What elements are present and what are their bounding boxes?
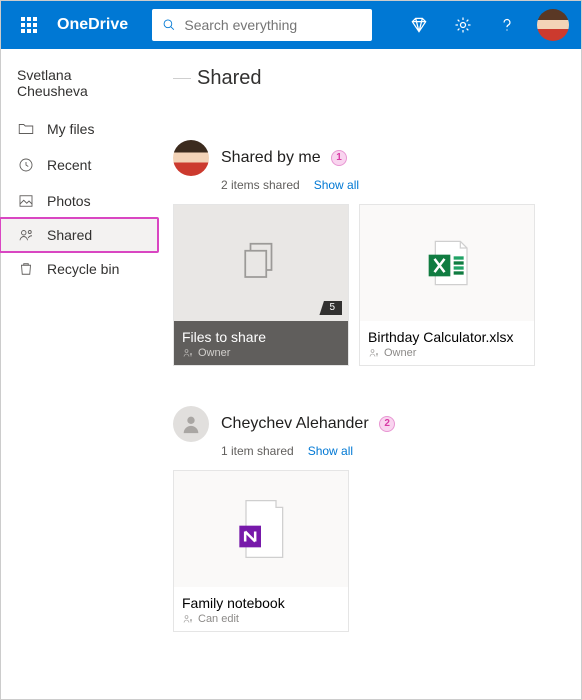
photo-icon [17, 192, 35, 210]
section-title: Shared by me [221, 149, 321, 166]
nav-my-files[interactable]: My files [1, 111, 161, 147]
people-icon [17, 226, 35, 244]
annotation-badge: 1 [331, 150, 347, 166]
diamond-icon [409, 15, 429, 35]
sidebar: Svetlana Cheusheva My files Recent Photo… [1, 49, 161, 699]
nav-label: Recycle bin [47, 261, 119, 277]
settings-button[interactable] [441, 1, 485, 49]
item-count-badge: 5 [319, 301, 342, 315]
section-other-sharer: Cheychev Alehander 2 [173, 406, 569, 442]
owner-icon [182, 347, 194, 359]
waffle-icon [21, 17, 37, 33]
annotation-badge: 2 [379, 416, 395, 432]
gear-icon [453, 15, 473, 35]
tile-name: Files to share [182, 329, 340, 345]
page-title: Shared [197, 67, 262, 90]
section-subtitle: 1 item shared [221, 444, 294, 458]
permission-label: Owner [198, 347, 230, 359]
search-input[interactable] [184, 17, 362, 33]
nav-photos[interactable]: Photos [1, 183, 161, 219]
content-area: Shared Shared by me 1 2 items shared Sho… [161, 49, 581, 699]
nav-label: Recent [47, 157, 91, 173]
search-box[interactable] [152, 9, 372, 41]
clock-icon [17, 156, 35, 174]
nav-label: My files [47, 121, 94, 137]
section-avatar-me [173, 140, 209, 176]
search-icon [162, 17, 176, 33]
section-shared-by-me: Shared by me 1 [173, 140, 569, 176]
onenote-icon [231, 493, 291, 565]
user-name-label: Svetlana Cheusheva [1, 59, 161, 111]
help-button[interactable] [485, 1, 529, 49]
folder-icon [17, 120, 35, 138]
tile-folder[interactable]: 5 Files to share Owner [173, 204, 349, 366]
section-avatar-generic [173, 406, 209, 442]
permission-label: Can edit [198, 613, 239, 625]
tile-excel-file[interactable]: Birthday Calculator.xlsx Owner [359, 204, 535, 366]
title-divider [173, 78, 191, 79]
files-icon [233, 235, 289, 291]
tile-name: Birthday Calculator.xlsx [368, 329, 526, 345]
owner-icon [368, 347, 380, 359]
can-edit-icon [182, 613, 194, 625]
premium-button[interactable] [397, 1, 441, 49]
account-avatar[interactable] [537, 9, 569, 41]
tile-name: Family notebook [182, 595, 340, 611]
excel-icon [417, 233, 477, 293]
show-all-link[interactable]: Show all [314, 178, 359, 192]
nav-shared[interactable]: Shared [0, 217, 159, 253]
nav-recent[interactable]: Recent [1, 147, 161, 183]
app-launcher-button[interactable] [5, 1, 53, 49]
tile-onenote-file[interactable]: Family notebook Can edit [173, 470, 349, 632]
section-title: Cheychev Alehander [221, 415, 369, 432]
nav-label: Shared [47, 227, 92, 243]
brand-label[interactable]: OneDrive [53, 16, 152, 34]
show-all-link[interactable]: Show all [308, 444, 353, 458]
recycle-icon [17, 260, 35, 278]
app-header: OneDrive [1, 1, 581, 49]
section-subtitle: 2 items shared [221, 178, 300, 192]
nav-recycle-bin[interactable]: Recycle bin [1, 251, 161, 287]
permission-label: Owner [384, 347, 416, 359]
nav-label: Photos [47, 193, 91, 209]
question-icon [497, 15, 517, 35]
